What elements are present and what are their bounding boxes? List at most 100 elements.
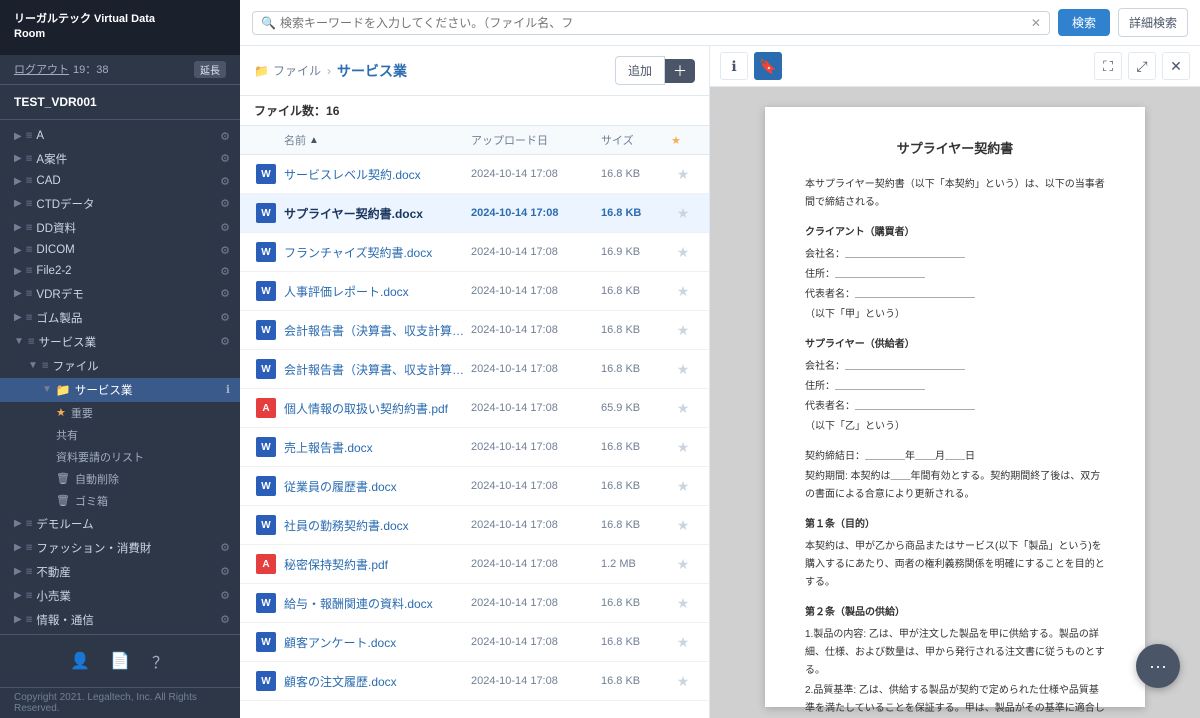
file-star[interactable]: ★ [671, 361, 695, 378]
sidebar-item-info[interactable]: ▶ ≡ 情報・通信 ⚙ [0, 608, 240, 632]
bookmark-button[interactable]: 🔖 [754, 52, 782, 80]
gear-icon[interactable]: ⚙ [220, 589, 230, 602]
table-row[interactable]: W売上報告書.docx2024-10-14 17:0816.8 KB★ [240, 428, 709, 467]
sidebar-item-shared[interactable]: 共有 [0, 424, 240, 446]
pdf-icon: A [256, 398, 276, 418]
gear-icon[interactable]: ⚙ [220, 175, 230, 188]
file-date: 2024-10-14 17:08 [471, 441, 601, 453]
file-star[interactable]: ★ [671, 166, 695, 183]
file-table: Wサービスレベル契約.docx2024-10-14 17:0816.8 KB★W… [240, 155, 709, 718]
add-plus-button[interactable]: ＋ [665, 59, 695, 83]
logout-link[interactable]: ログアウト [14, 61, 69, 77]
sidebar-item-a-case[interactable]: ▶ ≡ A案件 ⚙ [0, 147, 240, 171]
gear-icon[interactable]: ⚙ [220, 244, 230, 257]
fab-button[interactable]: ··· [1136, 644, 1180, 688]
sidebar-item-label: A案件 [36, 151, 67, 167]
person-icon[interactable]: 👤 [64, 645, 96, 677]
gear-icon[interactable]: ⚙ [220, 311, 230, 324]
table-row[interactable]: W社員の勤務契約書.docx2024-10-14 17:0816.8 KB★ [240, 506, 709, 545]
table-row[interactable]: W従業員の履歴書.docx2024-10-14 17:0816.8 KB★ [240, 467, 709, 506]
sidebar-item-trash[interactable]: 🗑 ゴミ箱 [0, 490, 240, 512]
file-star[interactable]: ★ [671, 322, 695, 339]
sidebar-item-dd[interactable]: ▶ ≡ DD資料 ⚙ [0, 216, 240, 240]
gear-icon[interactable]: ⚙ [220, 152, 230, 165]
word-icon: W [256, 320, 276, 340]
gear-icon[interactable]: ⚙ [220, 335, 230, 348]
file-star[interactable]: ★ [671, 400, 695, 417]
doc-supplier: サプライヤー（供給者） 会社名：＿＿＿＿＿＿＿＿＿＿＿＿ 住所：＿＿＿＿＿＿＿＿… [805, 336, 1105, 436]
search-clear-button[interactable]: ✕ [1031, 16, 1041, 30]
sidebar-item-file22[interactable]: ▶ ≡ File2-2 ⚙ [0, 261, 240, 282]
help-icon[interactable]: ？ [144, 645, 176, 677]
file-star[interactable]: ★ [671, 283, 695, 300]
word-icon: W [256, 242, 276, 262]
table-row[interactable]: A個人情報の取扱い契約約書.pdf2024-10-14 17:0865.9 KB… [240, 389, 709, 428]
close-button[interactable]: ✕ [1162, 52, 1190, 80]
gear-icon[interactable]: ⚙ [220, 541, 230, 554]
file-count: ファイル数：16 [240, 96, 709, 126]
expand-button[interactable]: ⛶ [1094, 52, 1122, 80]
sidebar-item-a[interactable]: ▶ ≡ A ⚙ [0, 126, 240, 147]
sidebar-item-fashion[interactable]: ▶ ≡ ファッション・消費財 ⚙ [0, 536, 240, 560]
sidebar-item-retail[interactable]: ▶ ≡ 小売業 ⚙ [0, 584, 240, 608]
file-name: フランチャイズ契約書.docx [284, 244, 471, 261]
table-row[interactable]: W人事評価レポート.docx2024-10-14 17:0816.8 KB★ [240, 272, 709, 311]
file-star[interactable]: ★ [671, 244, 695, 261]
sidebar-item-ctd[interactable]: ▶ ≡ CTDデータ ⚙ [0, 192, 240, 216]
file-star[interactable]: ★ [671, 556, 695, 573]
gear-icon[interactable]: ⚙ [220, 287, 230, 300]
preview-panel: ℹ 🔖 ⛶ ⤢ ✕ サプライヤー契約書 本サプライヤー契約書（以下「本契約」とい… [710, 46, 1200, 718]
gear-icon[interactable]: ⚙ [220, 265, 230, 278]
sidebar-item-service-file[interactable]: ▼ ≡ ファイル [0, 354, 240, 378]
detail-search-button[interactable]: 詳細検索 [1118, 8, 1188, 37]
add-button[interactable]: 追加 [615, 56, 665, 85]
table-row[interactable]: Wサービスレベル契約.docx2024-10-14 17:0816.8 KB★ [240, 155, 709, 194]
copyright: Copyright 2021. Legaltech, Inc. All Righ… [0, 687, 240, 718]
word-icon: W [256, 593, 276, 613]
sidebar-item-important[interactable]: ★ 重要 [0, 402, 240, 424]
gear-icon[interactable]: ⚙ [220, 613, 230, 626]
sidebar-item-service-folder[interactable]: ▼ 📁 サービス業 ℹ [0, 378, 240, 402]
table-row[interactable]: Wサプライヤー契約書.docx2024-10-14 17:0816.8 KB★ [240, 194, 709, 233]
table-row[interactable]: W会計報告書（決算書、収支計算書）.docx.docx2024-10-14 17… [240, 350, 709, 389]
doc-article1: 第１条（目的） 本契約は、甲が乙から商品またはサービス(以下「製品」という)を購… [805, 516, 1105, 592]
file-star[interactable]: ★ [671, 673, 695, 690]
file-name: サプライヤー契約書.docx [284, 205, 471, 222]
search-button[interactable]: 検索 [1058, 9, 1110, 36]
info-button[interactable]: ℹ [720, 52, 748, 80]
expander-icon: ▶ [14, 222, 22, 233]
document-icon[interactable]: 📄 [104, 645, 136, 677]
sidebar-item-demo[interactable]: ▶ ≡ デモルーム [0, 512, 240, 536]
sidebar-item-service[interactable]: ▼ ≡ サービス業 ⚙ [0, 330, 240, 354]
file-star[interactable]: ★ [671, 205, 695, 222]
list-icon: ≡ [26, 590, 33, 602]
gear-icon[interactable]: ⚙ [220, 130, 230, 143]
file-size: 16.8 KB [601, 441, 671, 453]
gear-icon[interactable]: ⚙ [220, 197, 230, 210]
table-row[interactable]: W顧客の注文履歴.docx2024-10-14 17:0816.8 KB★ [240, 662, 709, 701]
search-input[interactable] [280, 16, 1027, 30]
file-star[interactable]: ★ [671, 439, 695, 456]
sidebar-item-gom[interactable]: ▶ ≡ ゴム製品 ⚙ [0, 306, 240, 330]
user-time: 19：38 [73, 61, 108, 77]
extend-button[interactable]: 延長 [194, 61, 226, 78]
breadcrumb-separator: › [327, 64, 331, 78]
fullscreen-button[interactable]: ⤢ [1128, 52, 1156, 80]
sidebar-item-required[interactable]: 資料要請のリスト [0, 446, 240, 468]
file-star[interactable]: ★ [671, 517, 695, 534]
sidebar-item-dicom[interactable]: ▶ ≡ DICOM ⚙ [0, 240, 240, 261]
gear-icon[interactable]: ⚙ [220, 221, 230, 234]
file-star[interactable]: ★ [671, 595, 695, 612]
gear-icon[interactable]: ⚙ [220, 565, 230, 578]
file-star[interactable]: ★ [671, 478, 695, 495]
sidebar-item-real-estate[interactable]: ▶ ≡ 不動産 ⚙ [0, 560, 240, 584]
table-row[interactable]: Wフランチャイズ契約書.docx2024-10-14 17:0816.9 KB★ [240, 233, 709, 272]
file-star[interactable]: ★ [671, 634, 695, 651]
table-row[interactable]: W顧客アンケート.docx2024-10-14 17:0816.8 KB★ [240, 623, 709, 662]
sidebar-item-vdr[interactable]: ▶ ≡ VDRデモ ⚙ [0, 282, 240, 306]
table-row[interactable]: A秘密保持契約書.pdf2024-10-14 17:081.2 MB★ [240, 545, 709, 584]
table-row[interactable]: W給与・報酬関連の資料.docx2024-10-14 17:0816.8 KB★ [240, 584, 709, 623]
sidebar-item-auto-delete[interactable]: 🗑 自動削除 [0, 468, 240, 490]
sidebar-item-cad[interactable]: ▶ ≡ CAD ⚙ [0, 171, 240, 192]
table-row[interactable]: W会計報告書（決算書、収支計算書）.docx2024-10-14 17:0816… [240, 311, 709, 350]
